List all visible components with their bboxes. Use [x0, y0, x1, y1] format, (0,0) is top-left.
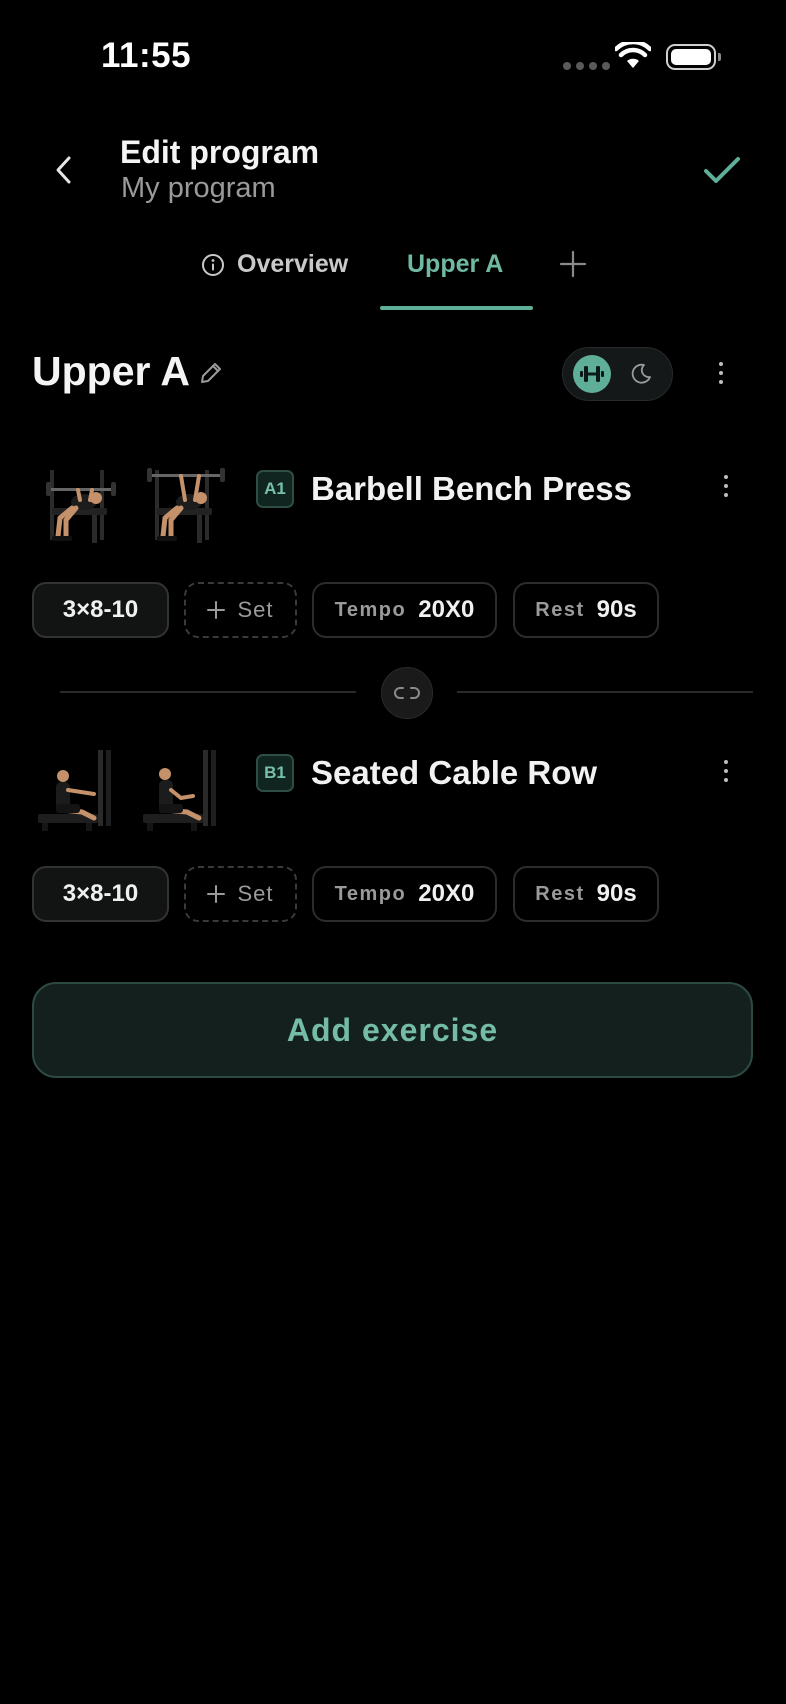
wifi-icon	[615, 42, 651, 68]
tempo-pill[interactable]: Tempo 20X0	[312, 582, 497, 638]
cable-row-image-end	[143, 750, 216, 831]
workout-title: Upper A	[32, 348, 190, 394]
save-check-icon[interactable]	[702, 154, 742, 186]
exercise-name[interactable]: Barbell Bench Press	[311, 470, 632, 508]
sets-reps-pill[interactable]: 3×8-10	[32, 866, 169, 922]
workout-rest-toggle[interactable]	[562, 347, 673, 401]
rest-value: 90s	[596, 596, 637, 623]
status-time: 11:55	[101, 36, 192, 75]
superset-link-button[interactable]	[381, 667, 433, 719]
plus-icon	[207, 885, 226, 903]
add-set-button[interactable]: Set	[184, 582, 297, 638]
battery-icon	[666, 44, 721, 70]
tab-upper-a[interactable]: Upper A	[407, 250, 503, 279]
back-chevron-icon[interactable]	[50, 152, 78, 188]
exercise-badge: B1	[256, 754, 294, 792]
cellular-signal-icon	[563, 62, 610, 70]
divider	[60, 691, 356, 693]
link-icon	[394, 687, 420, 699]
rest-value: 90s	[596, 880, 637, 907]
add-set-label: Set	[237, 597, 274, 622]
tab-overview[interactable]: Overview	[201, 250, 348, 279]
rest-label: Rest	[535, 882, 585, 905]
dumbbell-icon	[573, 355, 611, 393]
tempo-value: 20X0	[418, 596, 475, 623]
sets-reps-pill[interactable]: 3×8-10	[32, 582, 169, 638]
add-set-button[interactable]: Set	[184, 866, 297, 922]
tempo-value: 20X0	[418, 880, 475, 907]
tab-overview-label: Overview	[237, 250, 349, 278]
workout-more-options-icon[interactable]	[719, 362, 723, 384]
sets-reps-value: 3×8-10	[62, 596, 139, 623]
add-set-label: Set	[237, 881, 274, 906]
add-exercise-button[interactable]: Add exercise	[32, 982, 753, 1078]
rest-label: Rest	[535, 598, 585, 621]
add-tab-plus-icon[interactable]	[559, 250, 587, 278]
divider	[457, 691, 753, 693]
exercise-name[interactable]: Seated Cable Row	[311, 754, 597, 792]
exercise-more-options-icon[interactable]	[724, 475, 728, 497]
exercise-badge: A1	[256, 470, 294, 508]
tempo-label: Tempo	[334, 882, 407, 905]
program-name: My program	[121, 172, 276, 204]
page-title: Edit program	[120, 134, 320, 170]
moon-icon	[631, 363, 651, 384]
rest-pill[interactable]: Rest 90s	[513, 866, 659, 922]
sets-reps-value: 3×8-10	[62, 880, 139, 907]
exercise-more-options-icon[interactable]	[724, 760, 728, 782]
tempo-label: Tempo	[334, 598, 407, 621]
rest-pill[interactable]: Rest 90s	[513, 582, 659, 638]
cable-row-image-start	[38, 750, 111, 831]
edit-pencil-icon[interactable]	[198, 360, 224, 386]
plus-icon	[207, 601, 226, 619]
bench-press-image-start	[46, 470, 116, 543]
bench-press-image-end	[147, 468, 225, 543]
info-icon	[202, 253, 224, 276]
active-tab-indicator	[380, 306, 533, 310]
tempo-pill[interactable]: Tempo 20X0	[312, 866, 497, 922]
